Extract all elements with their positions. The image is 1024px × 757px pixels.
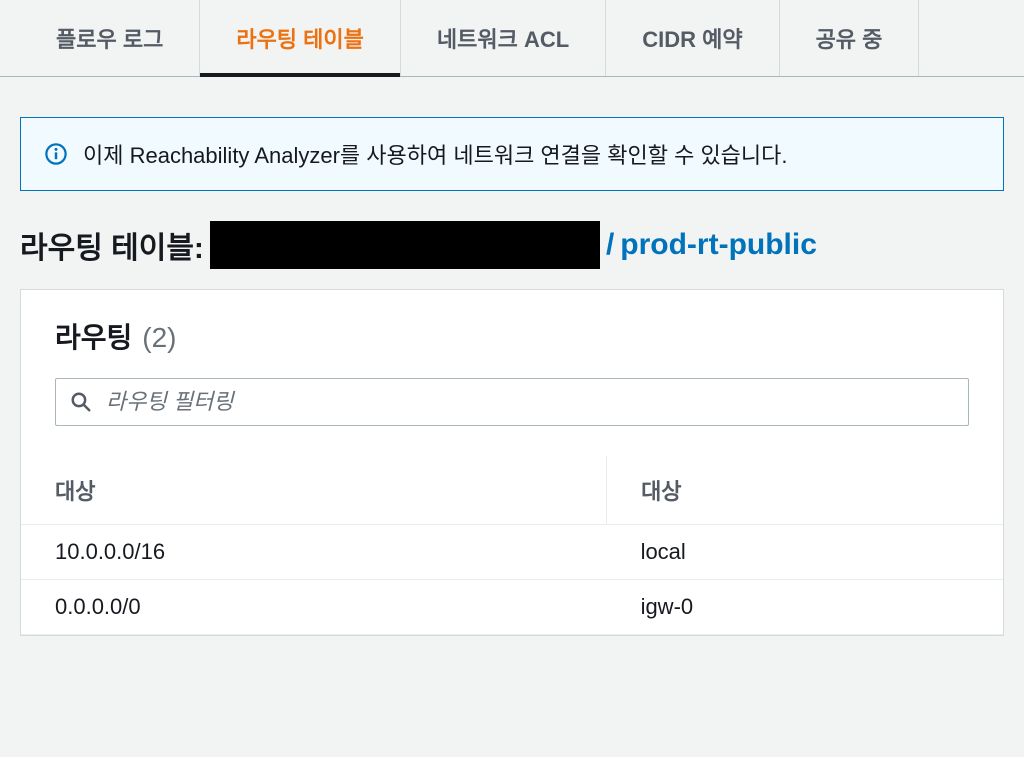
filter-input-container[interactable] [55, 378, 969, 426]
routes-panel-count: (2) [142, 322, 176, 354]
tab-cidr-reservation[interactable]: CIDR 예약 [606, 0, 779, 76]
tab-bar: 플로우 로그 라우팅 테이블 네트워크 ACL CIDR 예약 공유 중 [0, 0, 1024, 77]
route-table-name-link[interactable]: prod-rt-public [620, 228, 817, 262]
tab-flow-logs[interactable]: 플로우 로그 [20, 0, 200, 76]
cell-destination: 10.0.0.0/16 [21, 525, 607, 580]
cell-destination: 0.0.0.0/0 [21, 580, 607, 635]
filter-input[interactable] [106, 389, 954, 415]
routes-panel: 라우팅 (2) 대상 대상 10.0.0.0/16 local [20, 289, 1004, 636]
info-banner: 이제 Reachability Analyzer를 사용하여 네트워크 연결을 … [20, 117, 1004, 191]
search-icon [70, 391, 92, 413]
info-banner-text: 이제 Reachability Analyzer를 사용하여 네트워크 연결을 … [83, 138, 788, 170]
routes-panel-title: 라우팅 [55, 316, 132, 356]
column-header-destination[interactable]: 대상 [21, 456, 607, 525]
route-table-heading: 라우팅 테이블: / prod-rt-public [20, 221, 1004, 269]
routes-panel-header: 라우팅 (2) [21, 290, 1003, 366]
tab-route-tables[interactable]: 라우팅 테이블 [200, 0, 401, 76]
info-icon [45, 143, 67, 165]
route-table-heading-label: 라우팅 테이블: [20, 223, 204, 267]
route-table-id-redacted [210, 221, 600, 269]
tab-sharing[interactable]: 공유 중 [780, 0, 920, 76]
route-table-separator: / [606, 228, 614, 262]
tab-network-acl[interactable]: 네트워크 ACL [401, 0, 606, 76]
routes-table: 대상 대상 10.0.0.0/16 local 0.0.0.0/0 igw-0 [21, 456, 1003, 635]
table-row[interactable]: 0.0.0.0/0 igw-0 [21, 580, 1003, 635]
cell-target: local [607, 525, 1003, 580]
cell-target-link[interactable]: igw-0 [607, 580, 1003, 635]
table-row[interactable]: 10.0.0.0/16 local [21, 525, 1003, 580]
column-header-target[interactable]: 대상 [607, 456, 1003, 525]
filter-wrap [21, 366, 1003, 446]
